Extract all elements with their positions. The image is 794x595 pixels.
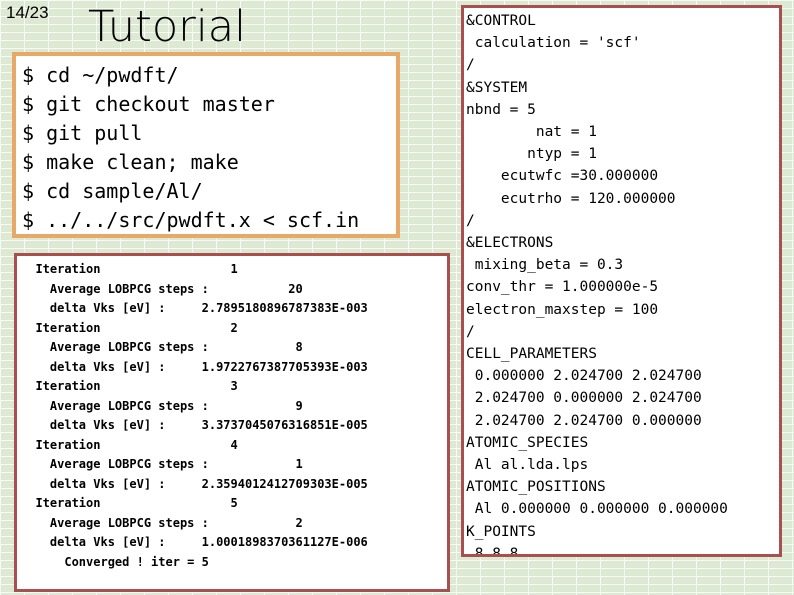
output-line: Iteration 4 xyxy=(21,437,238,452)
command-box: $ cd ~/pwdft/ $ git checkout master $ gi… xyxy=(12,52,400,238)
output-line: Average LOBPCG steps : 8 xyxy=(21,340,303,354)
output-line-converged: Converged ! iter = 5 xyxy=(21,554,209,569)
output-line: Average LOBPCG steps : 1 xyxy=(21,457,303,471)
input-line: &ELECTRONS xyxy=(466,235,554,252)
output-line: delta Vks [eV] : 1.0001898370361127E-006 xyxy=(21,535,368,549)
input-line: ecutwfc =30.000000 xyxy=(466,168,659,185)
input-line: electron_maxstep = 100 xyxy=(466,301,659,318)
input-line: 2.024700 0.000000 2.024700 xyxy=(466,390,702,407)
command-line: $ cd ~/pwdft/ xyxy=(22,63,179,87)
input-line: / xyxy=(466,212,475,229)
output-line: Iteration 1 xyxy=(21,262,238,276)
input-line: 2.024700 2.024700 0.000000 xyxy=(466,412,702,429)
output-line: Iteration 3 xyxy=(21,379,238,393)
input-line: / xyxy=(466,57,475,74)
output-box: Iteration 1 Average LOBPCG steps : 20 de… xyxy=(14,253,450,592)
output-line: Iteration 2 xyxy=(21,320,238,335)
input-line: &SYSTEM xyxy=(466,79,528,96)
output-line: Average LOBPCG steps : 2 xyxy=(21,515,303,530)
output-line: Average LOBPCG steps : 20 xyxy=(21,281,303,296)
input-line: calculation = 'scf' xyxy=(466,35,641,52)
input-line: ATOMIC_POSITIONS xyxy=(466,479,606,496)
input-line: 8 8 8 xyxy=(466,545,519,557)
input-line: nbnd = 5 xyxy=(466,101,536,118)
input-line: ecutrho = 120.000000 xyxy=(466,190,676,207)
input-line: 0.000000 2.024700 2.024700 xyxy=(466,368,702,385)
input-line: ntyp = 1 xyxy=(466,146,597,163)
input-line: &CONTROL xyxy=(466,13,536,29)
command-line: $ cd sample/Al/ xyxy=(22,179,203,203)
command-line: $ ../../src/pwdft.x < scf.in xyxy=(22,208,360,232)
output-line: Average LOBPCG steps : 9 xyxy=(21,398,303,413)
output-line: Iteration 5 xyxy=(21,496,238,510)
page-title: Tutorial xyxy=(88,2,247,52)
command-line: $ git checkout master xyxy=(22,92,275,116)
input-line: / xyxy=(466,323,475,340)
input-file-box: &CONTROL calculation = 'scf' / &SYSTEM n… xyxy=(461,5,782,557)
input-line: mixing_beta = 0.3 xyxy=(466,257,624,274)
output-line: delta Vks [eV] : 1.9722767387705393E-003 xyxy=(21,359,368,374)
output-line: delta Vks [eV] : 3.3737045076316851E-005 xyxy=(21,418,368,432)
input-line: K_POINTS xyxy=(466,523,536,540)
output-line: delta Vks [eV] : 2.3594012412709303E-005 xyxy=(21,476,368,491)
input-line: nat = 1 xyxy=(466,124,597,141)
input-line: conv_thr = 1.000000e-5 xyxy=(466,279,659,296)
input-line: CELL_PARAMETERS xyxy=(466,346,597,363)
output-line: delta Vks [eV] : 2.7895180896787383E-003 xyxy=(21,301,368,315)
command-line: $ make clean; make xyxy=(22,150,239,174)
slide-canvas: 14/23 Tutorial $ cd ~/pwdft/ $ git check… xyxy=(0,0,794,595)
input-line: Al 0.000000 0.000000 0.000000 xyxy=(466,501,728,518)
input-line: ATOMIC_SPECIES xyxy=(466,434,589,451)
input-line: Al al.lda.lps xyxy=(466,457,589,474)
command-line: $ git pull xyxy=(22,121,143,145)
slide-number: 14/23 xyxy=(6,3,49,22)
